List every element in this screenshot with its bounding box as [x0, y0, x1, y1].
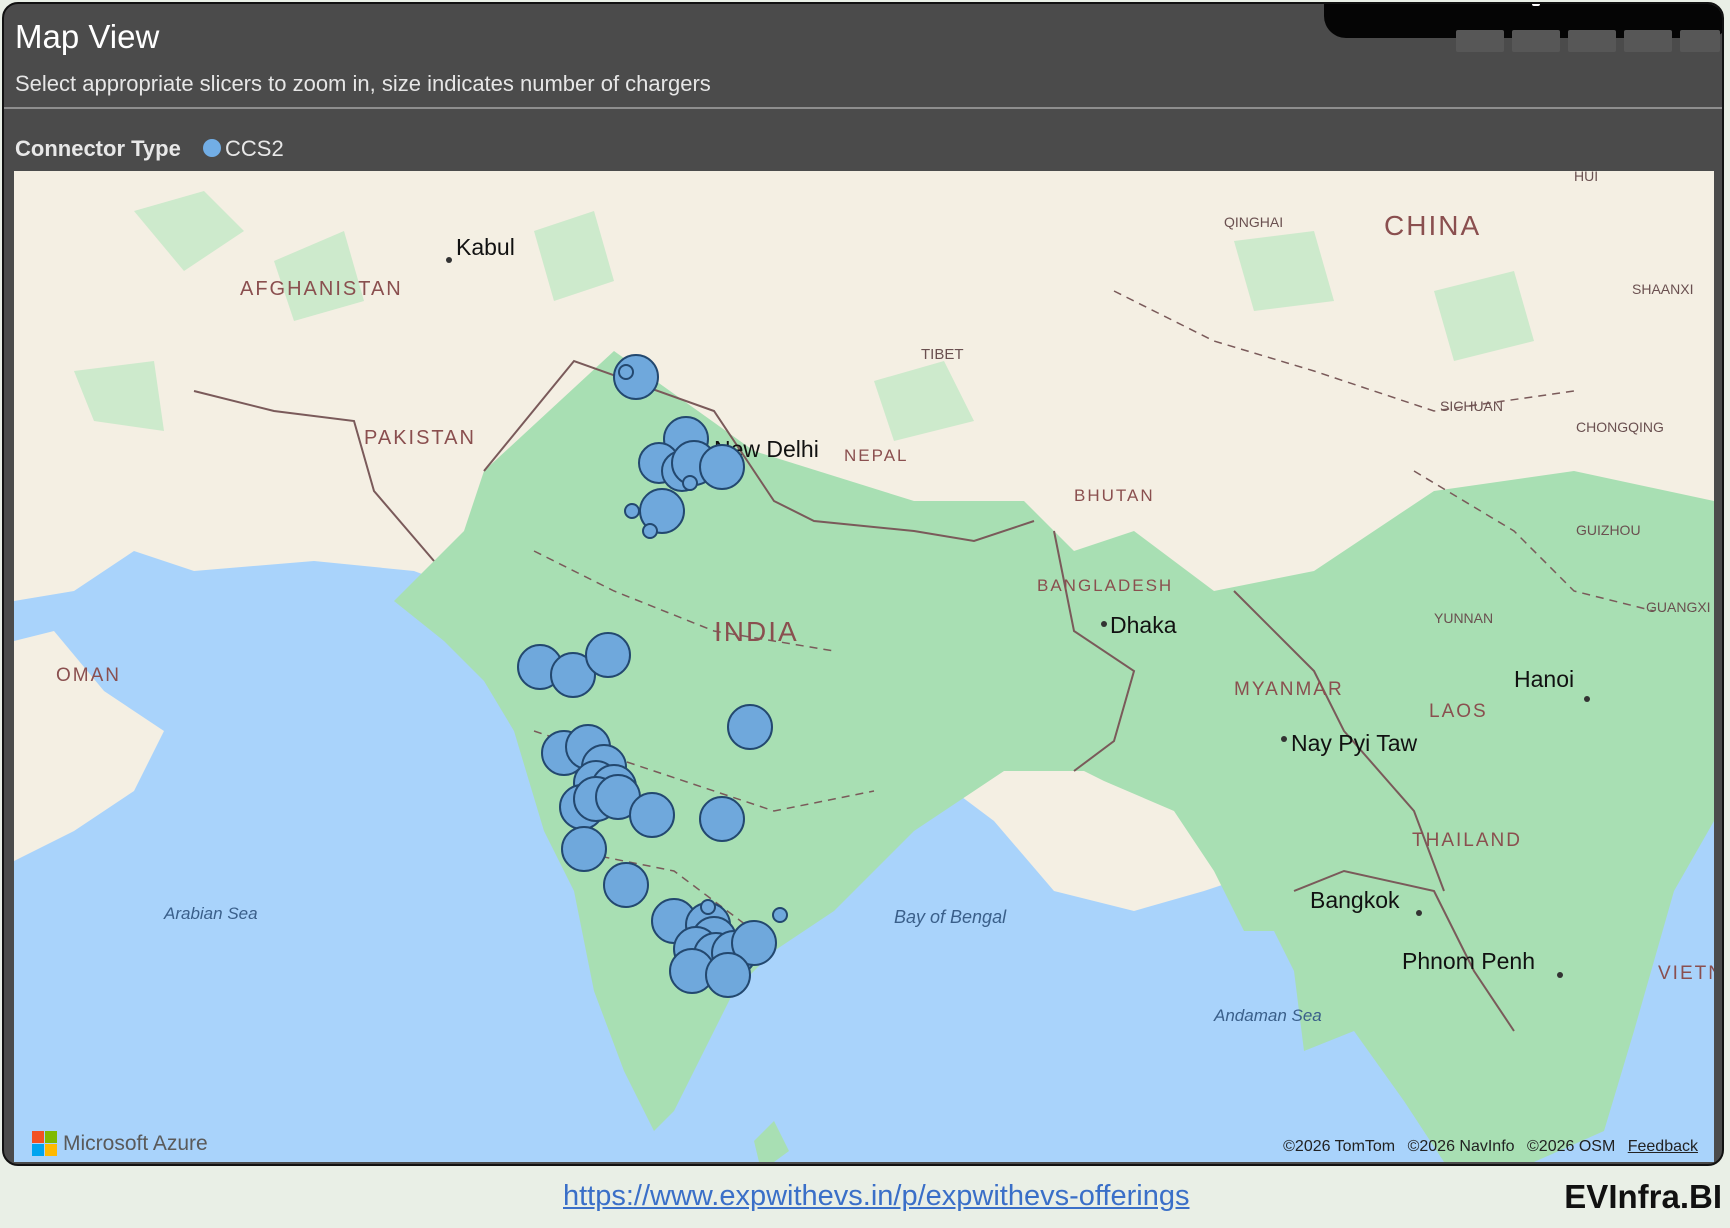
feedback-link[interactable]: Feedback: [1628, 1138, 1698, 1155]
offerings-link[interactable]: https://www.expwithevs.in/p/expwithevs-o…: [563, 1180, 1189, 1213]
notch-indicator: [1532, 4, 1540, 6]
label-arabian-sea: Arabian Sea: [163, 904, 258, 923]
visual-subtitle: Select appropriate slicers to zoom in, s…: [15, 71, 711, 96]
charger-bubble[interactable]: [705, 952, 751, 998]
label-hanoi: Hanoi: [1514, 666, 1574, 692]
charger-bubble[interactable]: [699, 444, 745, 490]
focus-mode-button[interactable]: [1680, 30, 1720, 52]
city-dot-bangkok: [1416, 910, 1422, 916]
label-nepal: NEPAL: [844, 446, 909, 465]
legend-ccs2-label: CCS2: [225, 136, 284, 161]
label-kabul: Kabul: [456, 234, 515, 260]
charger-bubble[interactable]: [772, 907, 788, 923]
azure-label: Microsoft Azure: [63, 1131, 208, 1155]
azure-attribution: Microsoft Azure: [32, 1131, 208, 1156]
label-hui: HUI: [1574, 171, 1598, 184]
label-tibet: TIBET: [921, 346, 964, 363]
label-myanmar: MYANMAR: [1234, 679, 1344, 700]
city-dot-dhaka: [1101, 621, 1107, 627]
label-china: CHINA: [1384, 210, 1481, 241]
charger-bubble[interactable]: [561, 826, 607, 872]
label-laos: LAOS: [1429, 701, 1488, 722]
header-divider: [4, 107, 1722, 109]
charger-bubble[interactable]: [642, 523, 658, 539]
map-canvas[interactable]: CHINA AFGHANISTAN PAKISTAN INDIA NEPAL B…: [14, 171, 1714, 1162]
label-bhutan: BHUTAN: [1074, 486, 1155, 505]
charger-bubble[interactable]: [700, 899, 716, 915]
map-attribution: ©2026 TomTom ©2026 NavInfo ©2026 OSM Fee…: [1275, 1138, 1698, 1156]
label-naypyitaw: Nay Pyi Taw: [1291, 730, 1418, 756]
label-vietnam: VIETNA: [1658, 963, 1714, 984]
charger-bubble[interactable]: [603, 862, 649, 908]
city-dot-hanoi: [1584, 696, 1590, 702]
label-yunnan: YUNNAN: [1434, 610, 1493, 626]
label-bangkok: Bangkok: [1310, 887, 1400, 913]
pin-button[interactable]: [1456, 30, 1504, 52]
attribution-tomtom: ©2026 TomTom: [1283, 1138, 1396, 1155]
charger-bubble[interactable]: [629, 792, 675, 838]
visual-title: Map View: [15, 18, 160, 55]
microsoft-logo-icon: [32, 1131, 57, 1156]
city-dot-phnompenh: [1557, 972, 1563, 978]
map-visual-card: Map View Select appropriate slicers to z…: [2, 2, 1724, 1166]
label-qinghai: QINGHAI: [1224, 214, 1283, 230]
city-dot-naypyitaw: [1281, 736, 1287, 742]
label-andaman-sea: Andaman Sea: [1213, 1006, 1322, 1025]
label-phnompenh: Phnom Penh: [1402, 948, 1535, 974]
label-bangladesh: BANGLADESH: [1037, 576, 1173, 595]
map-svg: CHINA AFGHANISTAN PAKISTAN INDIA NEPAL B…: [14, 171, 1714, 1162]
label-shaanxi: SHAANXI: [1632, 281, 1693, 297]
label-oman: OMAN: [56, 665, 121, 686]
brand-label: EVInfra.BI: [1564, 1178, 1722, 1215]
label-guizhou: GUIZHOU: [1576, 522, 1641, 538]
filter-button[interactable]: [1568, 30, 1616, 52]
attribution-osm: ©2026 OSM: [1527, 1138, 1616, 1155]
label-dhaka: Dhaka: [1110, 612, 1177, 638]
label-sichuan: SICHUAN: [1440, 398, 1503, 414]
attribution-navinfo: ©2026 NavInfo: [1407, 1138, 1515, 1155]
charger-bubble[interactable]: [727, 704, 773, 750]
label-india: INDIA: [714, 616, 799, 647]
sri-lanka: [754, 1121, 789, 1162]
charger-bubble[interactable]: [624, 503, 640, 519]
copy-button[interactable]: [1512, 30, 1560, 52]
legend-title: Connector Type: [15, 136, 181, 161]
label-guangxi: GUANGXI ZHUANG: [1646, 599, 1714, 615]
label-thailand: THAILAND: [1412, 830, 1522, 851]
label-afghanistan: AFGHANISTAN: [240, 278, 403, 300]
charger-bubble[interactable]: [585, 632, 631, 678]
charger-bubble[interactable]: [682, 475, 698, 491]
label-chongqing: CHONGQING: [1576, 419, 1664, 435]
label-bay-of-bengal: Bay of Bengal: [894, 907, 1007, 927]
charger-bubble[interactable]: [699, 796, 745, 842]
legend-ccs2-marker: [203, 139, 221, 157]
label-pakistan: PAKISTAN: [364, 427, 476, 449]
more-button[interactable]: [1624, 30, 1672, 52]
city-dot-kabul: [446, 257, 452, 263]
charger-bubble[interactable]: [618, 364, 634, 380]
